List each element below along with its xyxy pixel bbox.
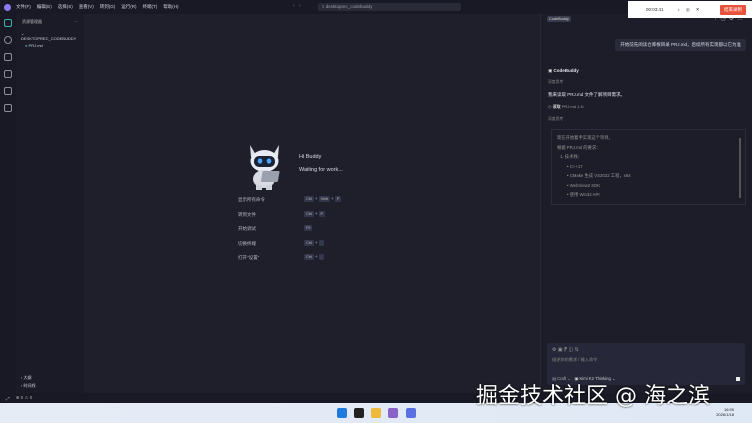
greeting: Hi Buddy <box>299 154 322 160</box>
outline-label: 大纲 <box>23 375 32 380</box>
key: Ctrl <box>304 240 314 246</box>
send-button[interactable] <box>736 377 740 381</box>
menu-view[interactable]: 查看(V) <box>79 4 94 9</box>
timeline-label: 时间线 <box>23 383 36 388</box>
extensions-icon[interactable] <box>4 104 12 112</box>
remote-icon[interactable]: ⤢ <box>6 396 10 401</box>
activity-bar <box>0 14 16 393</box>
watermark: 掘金技术社区 @ 海之滨 <box>476 384 710 409</box>
file-item[interactable]: ● PRJ.md <box>16 42 84 49</box>
think-label[interactable]: 深度思考 <box>548 80 563 85</box>
key: Ctrl <box>304 196 314 202</box>
bot-header: ▣ CodeBuddy <box>548 68 579 74</box>
menu-selection[interactable]: 选择(S) <box>58 4 73 9</box>
think-label[interactable]: 深度思考 <box>548 117 563 122</box>
shortcut-row: 转到文件 Ctrl + P <box>238 211 326 217</box>
folder-name: DESKTOPREC_CODEBUDDY <box>21 36 77 41</box>
read-label: 读取 <box>552 104 561 109</box>
menu-run[interactable]: 运行(R) <box>121 4 136 9</box>
key: , <box>318 254 324 260</box>
shortcut-label: 转到文件 <box>238 212 256 217</box>
think-line: • C++17 <box>567 163 583 169</box>
shortcut-label: 开始调试 <box>238 226 256 231</box>
shortcut-row: 开始调试 F5 <box>238 225 378 232</box>
menu-terminal[interactable]: 终端(T) <box>143 4 158 9</box>
clock[interactable]: 16:59 2026/1/18 <box>716 407 734 417</box>
file-name: PRJ.md <box>28 43 43 48</box>
key: Ctrl <box>304 211 314 217</box>
key: ` <box>318 240 324 246</box>
shortcut-row: 切换终端 Ctrl + ` <box>238 240 324 246</box>
think-line: 1. 技术栈： <box>560 154 582 159</box>
think-line: • CMake 生成 VS2022 工程，x64 <box>567 173 631 178</box>
read-file: PRJ.md 1-N <box>561 104 584 109</box>
key: Shift <box>318 196 331 202</box>
visual-studio-icon[interactable] <box>388 408 398 418</box>
explorer-icon[interactable] <box>4 19 12 27</box>
command-search[interactable]: ⌕ desktoprec_codebuddy <box>318 3 461 11</box>
recorder-controls[interactable]: ♪◎✕ <box>678 7 706 13</box>
scrollbar[interactable] <box>739 138 741 198</box>
menu-edit[interactable]: 编辑(E) <box>37 4 52 9</box>
editor-area: Hi Buddy Waiting for work... 显示所有命令 Ctrl +… <box>84 14 540 393</box>
input-tools[interactable]: ⚙ ▣ ⁋ ◫ ⇅ <box>547 343 745 357</box>
menu-bar: 文件(F) 编辑(E) 选择(S) 查看(V) 转到(G) 运行(R) 终端(T) 帮助(H) <box>16 4 185 10</box>
file-explorer-icon[interactable] <box>371 408 381 418</box>
menu-go[interactable]: 转到(G) <box>100 4 116 9</box>
nav-arrows[interactable]: ‹ › <box>293 3 301 9</box>
search-text: desktoprec_codebuddy <box>325 4 373 9</box>
outline-section[interactable]: › 大纲 <box>16 374 84 382</box>
record-time: 00:03:41 <box>646 7 664 12</box>
codebuddy-app-icon[interactable] <box>406 408 416 418</box>
explorer-title: 资源管理器 <box>22 19 42 24</box>
think-line: 根据 PRJ.md 的要求： <box>557 144 601 150</box>
remote-icon[interactable] <box>4 87 12 95</box>
key: P <box>334 196 342 202</box>
shortcut-label: 切换终端 <box>238 241 256 246</box>
screen-recorder: 00:03:41 ♪◎✕ 结束录制 <box>628 1 752 18</box>
shortcut-row: 显示所有命令 Ctrl + Shift + P <box>238 196 342 202</box>
thinking-box: 现在开始着手实现这个项目。 根据 PRJ.md 的要求： 1. 技术栈： • C… <box>551 129 746 205</box>
search-icon[interactable] <box>4 36 12 44</box>
debug-icon[interactable] <box>4 70 12 78</box>
app-logo-icon <box>4 3 11 11</box>
explorer-panel: 资源管理器 ··· ⌄ DESKTOPREC_CODEBUDDY ● PRJ.md… <box>16 14 84 393</box>
problems-indicator[interactable]: ⊗ 0 ⚠ 0 <box>16 395 33 401</box>
shortcut-label: 显示所有命令 <box>238 197 265 202</box>
markdown-icon: ● <box>25 43 28 48</box>
status-text: Waiting for work... <box>299 167 343 173</box>
key: F5 <box>304 225 313 231</box>
key: P <box>318 211 326 217</box>
timeline-section[interactable]: › 时间线 <box>16 382 84 390</box>
menu-file[interactable]: 文件(F) <box>16 4 31 9</box>
think-line: • WebView2 SDK <box>567 182 601 188</box>
more-icon[interactable]: ··· <box>74 19 78 25</box>
folder-root[interactable]: ⌄ DESKTOPREC_CODEBUDDY <box>16 30 84 42</box>
codebuddy-chat-panel: CodeBuddy +◷⚙… 开始前先阅读仓库根目录 PRJ.md，后续所有实现… <box>540 14 752 393</box>
think-line: • 使用 Win32 API <box>567 192 600 197</box>
bot-avatar-icon: ▣ <box>548 68 553 73</box>
terminal-icon[interactable] <box>354 408 364 418</box>
shortcut-label: 打开"设置" <box>238 255 260 260</box>
shortcut-row: 打开"设置" Ctrl +, <box>238 254 324 260</box>
source-control-icon[interactable] <box>4 53 12 61</box>
think-line: 现在开始着手实现这个项目。 <box>557 135 613 140</box>
input-placeholder: 描述你的需求 / 输入命令 <box>552 357 598 362</box>
bot-reply: 我来读取 PRJ.md 文件了解项目需求。 <box>548 92 626 97</box>
key: Ctrl <box>304 254 314 260</box>
user-message: 开始前先阅读仓库根目录 PRJ.md，后续所有实现都以它为准 <box>615 39 746 51</box>
buddy-robot-icon <box>250 145 280 190</box>
bot-name: CodeBuddy <box>553 68 579 73</box>
stop-recording-button[interactable]: 结束录制 <box>720 4 746 15</box>
menu-help[interactable]: 帮助(H) <box>163 4 178 9</box>
tool-read[interactable]: ◷ 读取 PRJ.md 1-N <box>548 104 584 110</box>
start-icon[interactable] <box>337 408 347 418</box>
panel-badge: CodeBuddy <box>547 16 571 22</box>
